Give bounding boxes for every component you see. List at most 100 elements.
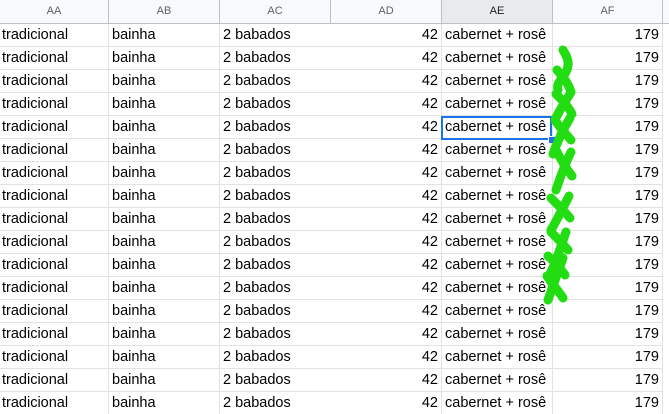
column-header-aa[interactable]: AA bbox=[0, 0, 109, 24]
cell-aa[interactable]: tradicional bbox=[0, 208, 109, 231]
cell-af[interactable]: 179 bbox=[553, 93, 663, 116]
cell-ab[interactable]: bainha bbox=[109, 208, 220, 231]
cell-af[interactable]: 179 bbox=[553, 139, 663, 162]
cell-ae[interactable]: cabernet + rosê bbox=[442, 323, 553, 346]
cell-af[interactable]: 179 bbox=[553, 346, 663, 369]
cell-ae[interactable]: cabernet + rosê bbox=[442, 116, 553, 139]
column-header-ac[interactable]: AC bbox=[220, 0, 331, 24]
column-header-ad[interactable]: AD bbox=[331, 0, 442, 24]
cell-ab[interactable]: bainha bbox=[109, 162, 220, 185]
cell-ad[interactable]: 42 bbox=[331, 392, 442, 414]
cell-ab[interactable]: bainha bbox=[109, 93, 220, 116]
cell-ab[interactable]: bainha bbox=[109, 47, 220, 70]
cell-af[interactable]: 179 bbox=[553, 162, 663, 185]
cell-ad[interactable]: 42 bbox=[331, 277, 442, 300]
cell-ab[interactable]: bainha bbox=[109, 24, 220, 47]
cell-af[interactable]: 179 bbox=[553, 254, 663, 277]
cell-ad[interactable]: 42 bbox=[331, 70, 442, 93]
cell-aa[interactable]: tradicional bbox=[0, 116, 109, 139]
cell-ab[interactable]: bainha bbox=[109, 323, 220, 346]
cell-ad[interactable]: 42 bbox=[331, 116, 442, 139]
table-row: tradicional bainha 2 babados 42 cabernet + r… bbox=[0, 277, 669, 300]
cell-ae[interactable]: cabernet + rosê bbox=[442, 392, 553, 414]
cell-aa[interactable]: tradicional bbox=[0, 93, 109, 116]
cell-ab[interactable]: bainha bbox=[109, 139, 220, 162]
table-row: tradicional bainha 2 babados 42 cabernet + r… bbox=[0, 70, 669, 93]
cell-af[interactable]: 179 bbox=[553, 392, 663, 414]
cell-ae[interactable]: cabernet + rosê bbox=[442, 47, 553, 70]
table-row: tradicional bainha 2 babados 42 cabernet + r… bbox=[0, 392, 669, 414]
cell-aa[interactable]: tradicional bbox=[0, 70, 109, 93]
cell-ad[interactable]: 42 bbox=[331, 185, 442, 208]
cell-af[interactable]: 179 bbox=[553, 277, 663, 300]
fill-handle[interactable] bbox=[548, 136, 556, 144]
cell-af[interactable]: 179 bbox=[553, 300, 663, 323]
cell-aa[interactable]: tradicional bbox=[0, 323, 109, 346]
cell-aa[interactable]: tradicional bbox=[0, 346, 109, 369]
cell-ae[interactable]: cabernet + rosê bbox=[442, 93, 553, 116]
cell-ab[interactable]: bainha bbox=[109, 116, 220, 139]
cell-ad[interactable]: 42 bbox=[331, 93, 442, 116]
cell-ae[interactable]: cabernet + rosê bbox=[442, 231, 553, 254]
cell-ad[interactable]: 42 bbox=[331, 139, 442, 162]
table-row: tradicional bainha 2 babados 42 cabernet + r… bbox=[0, 185, 669, 208]
cell-ad[interactable]: 42 bbox=[331, 47, 442, 70]
cell-ae[interactable]: cabernet + rosê bbox=[442, 24, 553, 47]
cell-ad[interactable]: 42 bbox=[331, 346, 442, 369]
cell-ae[interactable]: cabernet + rosê bbox=[442, 277, 553, 300]
cell-ab[interactable]: bainha bbox=[109, 369, 220, 392]
cell-ae[interactable]: cabernet + rosê bbox=[442, 185, 553, 208]
cell-af[interactable]: 179 bbox=[553, 185, 663, 208]
column-header-ae[interactable]: AE bbox=[442, 0, 553, 24]
cell-ab[interactable]: bainha bbox=[109, 300, 220, 323]
cell-ad[interactable]: 42 bbox=[331, 323, 442, 346]
cell-ad[interactable]: 42 bbox=[331, 369, 442, 392]
cell-af[interactable]: 179 bbox=[553, 323, 663, 346]
cell-ab[interactable]: bainha bbox=[109, 254, 220, 277]
cell-ad[interactable]: 42 bbox=[331, 24, 442, 47]
cell-aa[interactable]: tradicional bbox=[0, 47, 109, 70]
cell-af[interactable]: 179 bbox=[553, 369, 663, 392]
cell-af[interactable]: 179 bbox=[553, 70, 663, 93]
cell-aa[interactable]: tradicional bbox=[0, 162, 109, 185]
cell-af[interactable]: 179 bbox=[553, 47, 663, 70]
cell-af[interactable]: 179 bbox=[553, 231, 663, 254]
cell-aa[interactable]: tradicional bbox=[0, 139, 109, 162]
cell-ab[interactable]: bainha bbox=[109, 392, 220, 414]
cell-aa[interactable]: tradicional bbox=[0, 231, 109, 254]
column-header-af[interactable]: AF bbox=[553, 0, 663, 24]
cell-af[interactable]: 179 bbox=[553, 24, 663, 47]
table-row: tradicional bainha 2 babados 42 cabernet + r… bbox=[0, 254, 669, 277]
cell-ae[interactable]: cabernet + rosê bbox=[442, 208, 553, 231]
column-header-ab[interactable]: AB bbox=[109, 0, 220, 24]
cell-ab[interactable]: bainha bbox=[109, 277, 220, 300]
cell-aa[interactable]: tradicional bbox=[0, 392, 109, 414]
cell-af[interactable]: 179 bbox=[553, 116, 663, 139]
table-row: tradicional bainha 2 babados 42 cabernet + r… bbox=[0, 369, 669, 392]
cell-ad[interactable]: 42 bbox=[331, 300, 442, 323]
cell-ae[interactable]: cabernet + rosê bbox=[442, 346, 553, 369]
cell-ad[interactable]: 42 bbox=[331, 231, 442, 254]
table-row: tradicional bainha 2 babados 42 cabernet + r… bbox=[0, 24, 669, 47]
cell-ae[interactable]: cabernet + rosê bbox=[442, 254, 553, 277]
cell-ab[interactable]: bainha bbox=[109, 346, 220, 369]
cell-ab[interactable]: bainha bbox=[109, 185, 220, 208]
cell-ae[interactable]: cabernet + rosê bbox=[442, 139, 553, 162]
table-row: tradicional bainha 2 babados 42 cabernet + r… bbox=[0, 346, 669, 369]
cell-ad[interactable]: 42 bbox=[331, 208, 442, 231]
cell-ae[interactable]: cabernet + rosê bbox=[442, 300, 553, 323]
cell-ab[interactable]: bainha bbox=[109, 231, 220, 254]
cell-aa[interactable]: tradicional bbox=[0, 254, 109, 277]
cell-aa[interactable]: tradicional bbox=[0, 369, 109, 392]
cell-aa[interactable]: tradicional bbox=[0, 185, 109, 208]
cell-ae[interactable]: cabernet + rosê bbox=[442, 369, 553, 392]
cell-af[interactable]: 179 bbox=[553, 208, 663, 231]
cell-ad[interactable]: 42 bbox=[331, 162, 442, 185]
cell-ad[interactable]: 42 bbox=[331, 254, 442, 277]
cell-ab[interactable]: bainha bbox=[109, 70, 220, 93]
cell-ae[interactable]: cabernet + rosê bbox=[442, 70, 553, 93]
cell-aa[interactable]: tradicional bbox=[0, 277, 109, 300]
cell-aa[interactable]: tradicional bbox=[0, 300, 109, 323]
cell-ae[interactable]: cabernet + rosê bbox=[442, 162, 553, 185]
cell-aa[interactable]: tradicional bbox=[0, 24, 109, 47]
